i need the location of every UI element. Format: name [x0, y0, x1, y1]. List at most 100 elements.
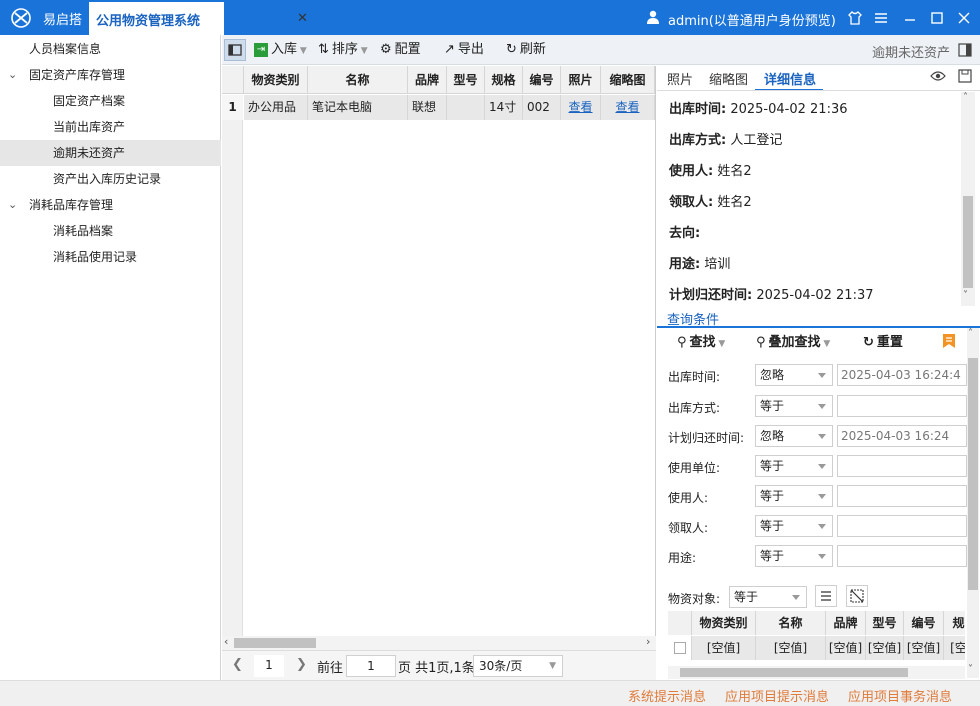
tab-thumbnail[interactable]: 缩略图 [709, 69, 748, 88]
tab-query-conditions[interactable]: 查询条件 [667, 309, 719, 328]
sidebar-item-history[interactable]: 资产出入库历史记录 [0, 166, 221, 192]
sub-cell-spec[interactable]: [空 [944, 636, 965, 660]
cond-value-user[interactable] [837, 485, 967, 507]
prev-page-icon[interactable]: ❮ [232, 657, 243, 672]
sub-col-number[interactable]: 编号 [904, 611, 944, 635]
cond-op-outbound-method[interactable]: 等于 [755, 395, 833, 417]
export-button[interactable]: ↗ 导出 [444, 35, 484, 65]
object-clear-button[interactable] [846, 585, 868, 607]
user-label[interactable]: admin(以普通用户身份预览) [668, 10, 836, 29]
detail-scrollbar[interactable]: ˄ ˅ [961, 92, 975, 306]
close-icon[interactable] [956, 10, 972, 26]
sub-cell-brand[interactable]: [空值] [826, 636, 866, 660]
search-button[interactable]: ⚲ 查找 ▼ [677, 328, 725, 358]
inbound-button[interactable]: ⇥ 入库 ▼ [254, 35, 307, 65]
cond-op-purpose[interactable]: 等于 [755, 545, 833, 567]
sub-col-name[interactable]: 名称 [756, 611, 826, 635]
system-messages-link[interactable]: 系统提示消息 [628, 686, 706, 705]
sidebar-item-consumable-usage[interactable]: 消耗品使用记录 [0, 244, 221, 270]
sort-button[interactable]: ⇅ 排序 ▼ [318, 35, 368, 65]
sub-col-category[interactable]: 物资类别 [692, 611, 756, 635]
scroll-down-icon[interactable]: ˅ [963, 290, 968, 301]
config-button[interactable]: ⚙ 配置 [380, 35, 421, 65]
next-page-icon[interactable]: ❯ [296, 657, 307, 672]
cond-op-using-unit[interactable]: 等于 [755, 455, 833, 477]
cond-op-user[interactable]: 等于 [755, 485, 833, 507]
tab-photo[interactable]: 照片 [667, 69, 693, 88]
sub-cell-category[interactable]: [空值] [692, 636, 756, 660]
cond-op-receiver[interactable]: 等于 [755, 515, 833, 537]
sub-cell-name[interactable]: [空值] [756, 636, 826, 660]
cond-op-outbound-time[interactable]: 忽略 [755, 364, 833, 386]
col-header-number[interactable]: 编号 [523, 66, 561, 94]
minimize-icon[interactable] [902, 10, 918, 26]
cond-value-using-unit[interactable] [837, 455, 967, 477]
scrollbar-thumb[interactable] [680, 668, 908, 677]
tab-close-icon[interactable]: ✕ [297, 11, 308, 26]
cell-category[interactable]: 办公用品 [244, 95, 308, 120]
object-list-button[interactable] [815, 585, 837, 607]
view-thumbnail-link[interactable]: 查看 [601, 95, 655, 120]
cell-brand[interactable]: 联想 [408, 95, 447, 120]
eye-icon[interactable] [930, 70, 946, 82]
sidebar-group-consumables[interactable]: ⌄ 消耗品库存管理 [0, 192, 221, 218]
sidebar-item-personnel[interactable]: 人员档案信息 [0, 36, 221, 62]
cell-name[interactable]: 笔记本电脑 [308, 95, 408, 120]
col-header-photo[interactable]: 照片 [561, 66, 601, 94]
col-header-model[interactable]: 型号 [447, 66, 485, 94]
cond-value-receiver[interactable] [837, 515, 967, 537]
view-photo-link[interactable]: 查看 [561, 95, 601, 120]
col-header-spec[interactable]: 规格 [485, 66, 523, 94]
project-transactions-link[interactable]: 应用项目事务消息 [848, 686, 952, 705]
col-header-category[interactable]: 物资类别 [244, 66, 308, 94]
chevron-down-icon[interactable]: ⌄ [8, 62, 17, 88]
sub-col-spec[interactable]: 规 [944, 611, 965, 635]
sub-cell-model[interactable]: [空值] [866, 636, 904, 660]
current-page[interactable]: 1 [254, 655, 284, 677]
goto-page-input[interactable]: 1 [346, 655, 396, 677]
cond-op-planned-return[interactable]: 忽略 [755, 425, 833, 447]
maximize-icon[interactable] [929, 10, 945, 26]
scroll-up-icon[interactable]: ˄ [963, 92, 968, 103]
save-icon[interactable] [958, 69, 972, 83]
col-header-name[interactable]: 名称 [308, 66, 408, 94]
scrollbar-thumb[interactable] [963, 196, 973, 288]
toggle-sidebar-button[interactable] [224, 39, 246, 61]
sidebar-item-current-outbound[interactable]: 当前出库资产 [0, 114, 221, 140]
menu-icon[interactable] [873, 10, 889, 26]
col-header-brand[interactable]: 品牌 [408, 66, 447, 94]
add-search-button[interactable]: ⚲ 叠加查找 ▼ [756, 328, 830, 358]
scrollbar-thumb[interactable] [968, 358, 978, 590]
sub-row-checkbox[interactable] [668, 636, 692, 660]
scroll-left-icon[interactable]: ‹ [224, 635, 228, 648]
cell-number[interactable]: 002 [523, 95, 561, 120]
subgrid-hscrollbar[interactable] [668, 666, 965, 679]
sidebar-item-overdue[interactable]: 逾期未还资产 [0, 140, 221, 166]
cell-spec[interactable]: 14寸 [485, 95, 523, 120]
page-size-select[interactable]: 30条/页 ▼ [473, 655, 563, 677]
cond-value-purpose[interactable] [837, 545, 967, 567]
bookmark-icon[interactable] [941, 333, 957, 349]
scroll-up-icon[interactable]: ˄ [968, 328, 973, 339]
sub-col-brand[interactable]: 品牌 [826, 611, 866, 635]
cond-value-outbound-time[interactable]: 2025-04-03 16:24:4 [837, 364, 967, 386]
horizontal-scrollbar[interactable]: ‹ › [222, 635, 656, 650]
side-panel-toggle-icon[interactable] [958, 43, 972, 57]
cond-value-outbound-method[interactable] [837, 395, 967, 417]
sidebar-item-fixed-asset-records[interactable]: 固定资产档案 [0, 88, 221, 114]
project-messages-link[interactable]: 应用项目提示消息 [725, 686, 829, 705]
cell-model[interactable] [447, 95, 485, 120]
sidebar-group-fixed-assets[interactable]: ⌄ 固定资产库存管理 [0, 62, 221, 88]
object-op-select[interactable]: 等于 [729, 586, 807, 608]
query-scrollbar[interactable]: ˄ ˅ [967, 328, 979, 678]
refresh-button[interactable]: ↻ 刷新 [506, 35, 546, 65]
sub-cell-number[interactable]: [空值] [904, 636, 944, 660]
sidebar-item-consumable-records[interactable]: 消耗品档案 [0, 218, 221, 244]
sub-col-model[interactable]: 型号 [866, 611, 904, 635]
chevron-down-icon[interactable]: ⌄ [8, 192, 17, 218]
tshirt-icon[interactable] [847, 10, 863, 26]
tab-active[interactable]: 公用物资管理系统 ✕ [89, 2, 308, 35]
scrollbar-thumb[interactable] [234, 638, 316, 648]
tab-details[interactable]: 详细信息 [764, 69, 816, 88]
cond-value-planned-return[interactable]: 2025-04-03 16:24 [837, 425, 967, 447]
